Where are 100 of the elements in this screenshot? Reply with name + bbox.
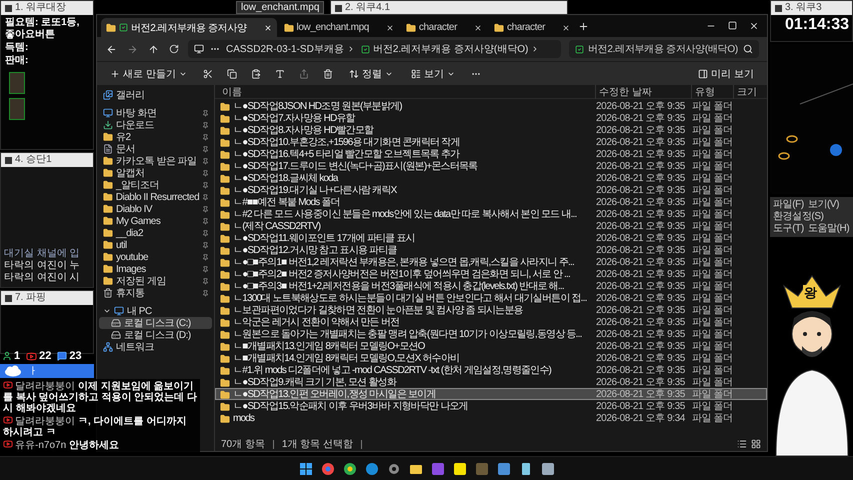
app-icon[interactable] bbox=[432, 462, 444, 474]
explorer-tab[interactable]: character bbox=[400, 18, 488, 37]
app-icon[interactable] bbox=[498, 462, 510, 474]
file-row[interactable]: ㄴ●SD작업19.대기실 나+다른사람 캐릭X 2026-08-21 오후 9:35 파일 폴더 bbox=[215, 184, 767, 196]
browser-icon[interactable] bbox=[344, 462, 356, 474]
view-button[interactable]: 보기 bbox=[408, 64, 458, 82]
menu-item[interactable]: 보기(V) bbox=[808, 199, 840, 211]
browser-icon[interactable] bbox=[322, 462, 334, 474]
file-row[interactable]: ㄴ보관파편이었다가 길찾하면 전환이 눈아픈분 및 컴사양 좀 되시는분용 2026-08-21 오후 9:35 파일 폴더 bbox=[215, 304, 767, 316]
sidebar-item[interactable]: 알캡처 bbox=[99, 167, 212, 179]
rename-button[interactable] bbox=[274, 68, 286, 80]
sidebar-item[interactable]: youtube bbox=[99, 251, 212, 263]
sidebar-item[interactable]: My Games bbox=[99, 215, 212, 227]
file-row[interactable]: ㄴ●SD작업10.부혼강조,+1596용 대기화면 콘캐릭터 작게 2026-08-21 오후 9:35 파일 폴더 bbox=[215, 136, 767, 148]
explorer-tab[interactable]: low_enchant.mpq bbox=[278, 18, 399, 37]
sidebar-item[interactable]: 로컬 디스크 (C:) bbox=[99, 317, 212, 329]
menu-item[interactable]: 도구(T) bbox=[773, 223, 804, 235]
menu-item[interactable]: 환경설정(S) bbox=[773, 211, 824, 223]
sort-button[interactable]: 정렬 bbox=[346, 64, 396, 82]
file-row[interactable]: ㄴ●□■주의1■ 버전1,2 레저락션 부캐용은, 본캐용 넣으면 몹,캐릭,스킬을 사라지니 주... 2026-08-21 오후 9:35 파일 폴더 bbox=[215, 256, 767, 268]
file-row[interactable]: ㄴ●SD작업18.글씨체 koda 2026-08-21 오후 9:35 파일 폴더 bbox=[215, 172, 767, 184]
file-row[interactable]: ㄴ원본으로 돌아가는 개별패치는 충팔 맹려 압축(뭔다면 10기가 이상모릴링,동영상 등... 2026-08-21 오후 9:35 파일 폴더 bbox=[215, 328, 767, 340]
sidebar-item[interactable]: __dia2 bbox=[99, 227, 212, 239]
sidebar-item[interactable]: 네트워크 bbox=[99, 341, 212, 353]
column-header[interactable]: 크기 bbox=[733, 85, 759, 99]
file-row[interactable]: ㄴ#■■예전 복붙 Mods 폴더 2026-08-21 오후 9:35 파일 폴더 bbox=[215, 196, 767, 208]
file-row[interactable]: ㄴ●SD작업15.악순패치 이후 우버3바바 지형바닥만 나오게 2026-08-21 오후 9:35 파일 폴더 bbox=[215, 400, 767, 412]
sidebar-item[interactable]: _알티조더 bbox=[99, 179, 212, 191]
close-icon[interactable] bbox=[562, 24, 570, 32]
file-row[interactable]: ㄴ●SD작업7.자사망용 HD유할 2026-08-21 오후 9:35 파일 폴더 bbox=[215, 112, 767, 124]
close-icon[interactable] bbox=[386, 24, 394, 32]
file-row[interactable]: ㄴ●SD작업12.거시망 참고 표시용 파티클 2026-08-21 오후 9:35 파일 폴더 bbox=[215, 244, 767, 256]
sidebar-item[interactable]: 유2 bbox=[99, 131, 212, 143]
sidebar-item[interactable]: 카카오톡 받은 파일 bbox=[99, 155, 212, 167]
close-icon[interactable] bbox=[264, 24, 272, 32]
breadcrumb-item[interactable]: CASSD2R-03-1-SD부캐용 bbox=[226, 42, 355, 56]
sidebar-item[interactable]: 문서 bbox=[99, 143, 212, 155]
notepad-icon[interactable] bbox=[520, 462, 532, 474]
explorer-tab[interactable]: character bbox=[489, 18, 576, 37]
sidebar-item[interactable]: 내 PC bbox=[99, 305, 212, 317]
file-row[interactable]: ㄴ●SD작업8.자사망용 HD빨간모할 2026-08-21 오후 9:35 파일 폴더 bbox=[215, 124, 767, 136]
sidebar-item[interactable]: 다운로드 bbox=[99, 119, 212, 131]
new-button[interactable]: 새로 만들기 bbox=[107, 64, 190, 82]
maximize-icon[interactable] bbox=[728, 21, 737, 30]
pin-icon bbox=[202, 110, 209, 116]
windows-icon[interactable] bbox=[300, 462, 312, 474]
sidebar-item[interactable]: 저장된 게임 bbox=[99, 275, 212, 287]
file-row[interactable]: ㄴ1300대 노트북해상도로 하시는분들이 대기실 버튼 안보인다고 해서 대기실버튼이 접... 2026-08-21 오후 9:35 파일 폴더 bbox=[215, 292, 767, 304]
sidebar-item[interactable]: 휴지통 bbox=[99, 287, 212, 299]
folder-icon[interactable] bbox=[410, 462, 422, 474]
file-row[interactable]: ㄴ(제작 CASSD2RTV) 2026-08-21 오후 9:35 파일 폴더 bbox=[215, 220, 767, 232]
menu-item[interactable]: 파일(F) bbox=[773, 199, 804, 211]
column-header[interactable]: 이름 bbox=[219, 85, 595, 99]
close-icon[interactable] bbox=[749, 21, 759, 31]
cut-button[interactable] bbox=[202, 68, 214, 80]
copy-button[interactable] bbox=[226, 68, 238, 80]
tiles-view-icon[interactable] bbox=[751, 439, 761, 449]
file-row[interactable]: ㄴ#2 다른 모드 사용중이신 분들은 mods안에 있는 data만 따로 복사해서 본인 모드 내... 2026-08-21 오후 9:35 파일 폴더 bbox=[215, 208, 767, 220]
sidebar-item[interactable]: 바탕 화면 bbox=[99, 107, 212, 119]
file-row[interactable]: ㄴ●□■주의3■ 버전1+2,레저전용을 버전3풀래식에 적용시 충갑(levels.txt) 반대로 해... 2026-08-21 오후 9:35 파일 폴더 bbox=[215, 280, 767, 292]
explorer-tab[interactable]: 버전2.레저부캐용 증저사양 bbox=[101, 18, 277, 37]
close-icon[interactable] bbox=[474, 24, 482, 32]
details-view-icon[interactable] bbox=[737, 439, 747, 449]
file-row[interactable]: ㄴ●SD작업13.인펀 오버레이,쟁성 마시일은 보이게 2026-08-21 오후 9:35 파일 폴더 bbox=[215, 388, 767, 400]
share-button[interactable] bbox=[298, 68, 310, 80]
file-row[interactable]: ㄴ●SD작업16.텍4+5 타리얼 빨간모할 오브젝트목록 추가 2026-08-21 오후 9:35 파일 폴더 bbox=[215, 148, 767, 160]
file-row[interactable]: ㄴ●SD작업9.캐릭 크기 기본, 모션 활성화 2026-08-21 오후 9:35 파일 폴더 bbox=[215, 376, 767, 388]
type-cell-text: 파일 폴더 bbox=[691, 113, 732, 124]
sidebar-item[interactable]: util bbox=[99, 239, 212, 251]
file-row[interactable]: mods 2026-08-21 오후 9:34 파일 폴더 bbox=[215, 412, 767, 424]
file-row[interactable]: ㄴ●□■주의2■ 버전2 증저사양버전은 버전1이후 덮어씌우면 검은화면 되니, 서로 안 ... 2026-08-21 오후 9:35 파일 폴더 bbox=[215, 268, 767, 280]
chat-bubble-icon[interactable] bbox=[454, 462, 466, 474]
sidebar-item[interactable]: Diablo II Resurrected bbox=[99, 191, 212, 203]
file-row[interactable]: ㄴ●SD작업11.웨이포인트 17개에 파티클 표시 2026-08-21 오후 9:35 파일 폴더 bbox=[215, 232, 767, 244]
file-row[interactable]: ㄴ●SD작업8JSON HD조명 원본(부분밝게) 2026-08-21 오후 9:35 파일 폴더 bbox=[215, 100, 767, 112]
file-row[interactable]: ㄴ#1.위 mods 디2폴더에 넣고 -mod CASSD2RTV -txt (한처 게임설정,명령줄인수) 2026-08-21 오후 9:35 파일 폴더 bbox=[215, 364, 767, 376]
browser-icon[interactable] bbox=[366, 462, 378, 474]
folder-icon bbox=[220, 138, 230, 148]
refresh-button[interactable] bbox=[168, 43, 180, 55]
file-row[interactable]: ㄴ■개별패치13.인게임 8캐릭터 모델링O+모션O 2026-08-21 오후 9:35 파일 폴더 bbox=[215, 340, 767, 352]
chevron-icon[interactable] bbox=[103, 307, 111, 315]
delete-button[interactable] bbox=[322, 68, 334, 80]
gear-icon[interactable] bbox=[388, 462, 400, 474]
type-cell-text: 파일 폴더 bbox=[691, 257, 732, 268]
sidebar-item[interactable]: Diablo IV bbox=[99, 203, 212, 215]
search-field[interactable]: 버전2.레저부캐용 증저사양(배닥O) bbox=[569, 40, 759, 58]
file-row[interactable]: ㄴ●SD작업17.드루이드 변신(녹다+곰)표시(원본)+몬스터목록 2026-08-21 오후 9:35 파일 폴더 bbox=[215, 160, 767, 172]
paste-button[interactable] bbox=[250, 68, 262, 80]
breadcrumb-item[interactable]: 버전2.레저부캐용 증저사양(배닥O) bbox=[360, 42, 540, 56]
file-row[interactable]: ㄴ■개별패치14.인게임 8캐릭터 모델링O,모션X 허수아비 2026-08-21 오후 9:35 파일 폴더 bbox=[215, 352, 767, 364]
sidebar-item[interactable]: 로컬 디스크 (D:) bbox=[99, 329, 212, 341]
preview-button[interactable]: 미리 보기 bbox=[695, 64, 757, 82]
address-bar[interactable]: CASSD2R-03-1-SD부캐용 버전2.레저부캐용 증저사양(배닥O) bbox=[188, 40, 561, 58]
menu-item[interactable]: 도움말(H) bbox=[808, 223, 850, 235]
column-header[interactable]: 유형 bbox=[691, 85, 733, 99]
column-header[interactable]: 수정한 날짜 bbox=[595, 85, 691, 99]
app-icon[interactable] bbox=[542, 462, 554, 474]
file-row[interactable]: ㄴ악군은 레거시 전환이 약해서 만든 버전 2026-08-21 오후 9:35 파일 폴더 bbox=[215, 316, 767, 328]
sidebar-item[interactable]: Images bbox=[99, 263, 212, 275]
sidebar-item[interactable]: 갤러리 bbox=[99, 89, 212, 101]
